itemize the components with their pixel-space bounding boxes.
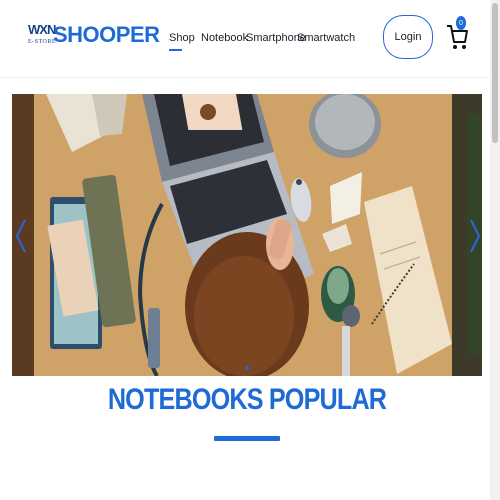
logo-subtitle: E-STORE (28, 39, 57, 45)
nav-item-smartwatch[interactable]: Smartwatch (297, 32, 355, 44)
hero-image (12, 94, 482, 376)
logo-text: SHOOPER (53, 22, 160, 47)
header-divider (0, 77, 500, 78)
scrollbar-thumb[interactable] (492, 3, 498, 143)
login-button[interactable]: Login (383, 15, 433, 59)
hero-carousel (12, 94, 482, 376)
site-header: WXN E-STORE SHOOPER Shop Notebook Smartp… (0, 0, 500, 78)
section-title-underline (214, 436, 280, 441)
nav-active-indicator (169, 49, 182, 51)
cart-count-badge: 0 (456, 16, 466, 30)
chevron-right-icon[interactable] (468, 218, 482, 254)
logo-mark: WXN (28, 22, 56, 37)
section-title: NOTEBOOKS POPULAR (107, 383, 387, 416)
logo[interactable]: WXN E-STORE SHOOPER (28, 18, 160, 58)
chevron-left-icon[interactable] (14, 218, 28, 254)
nav-item-notebook[interactable]: Notebook (201, 32, 248, 44)
nav-item-shop[interactable]: Shop (169, 32, 195, 44)
